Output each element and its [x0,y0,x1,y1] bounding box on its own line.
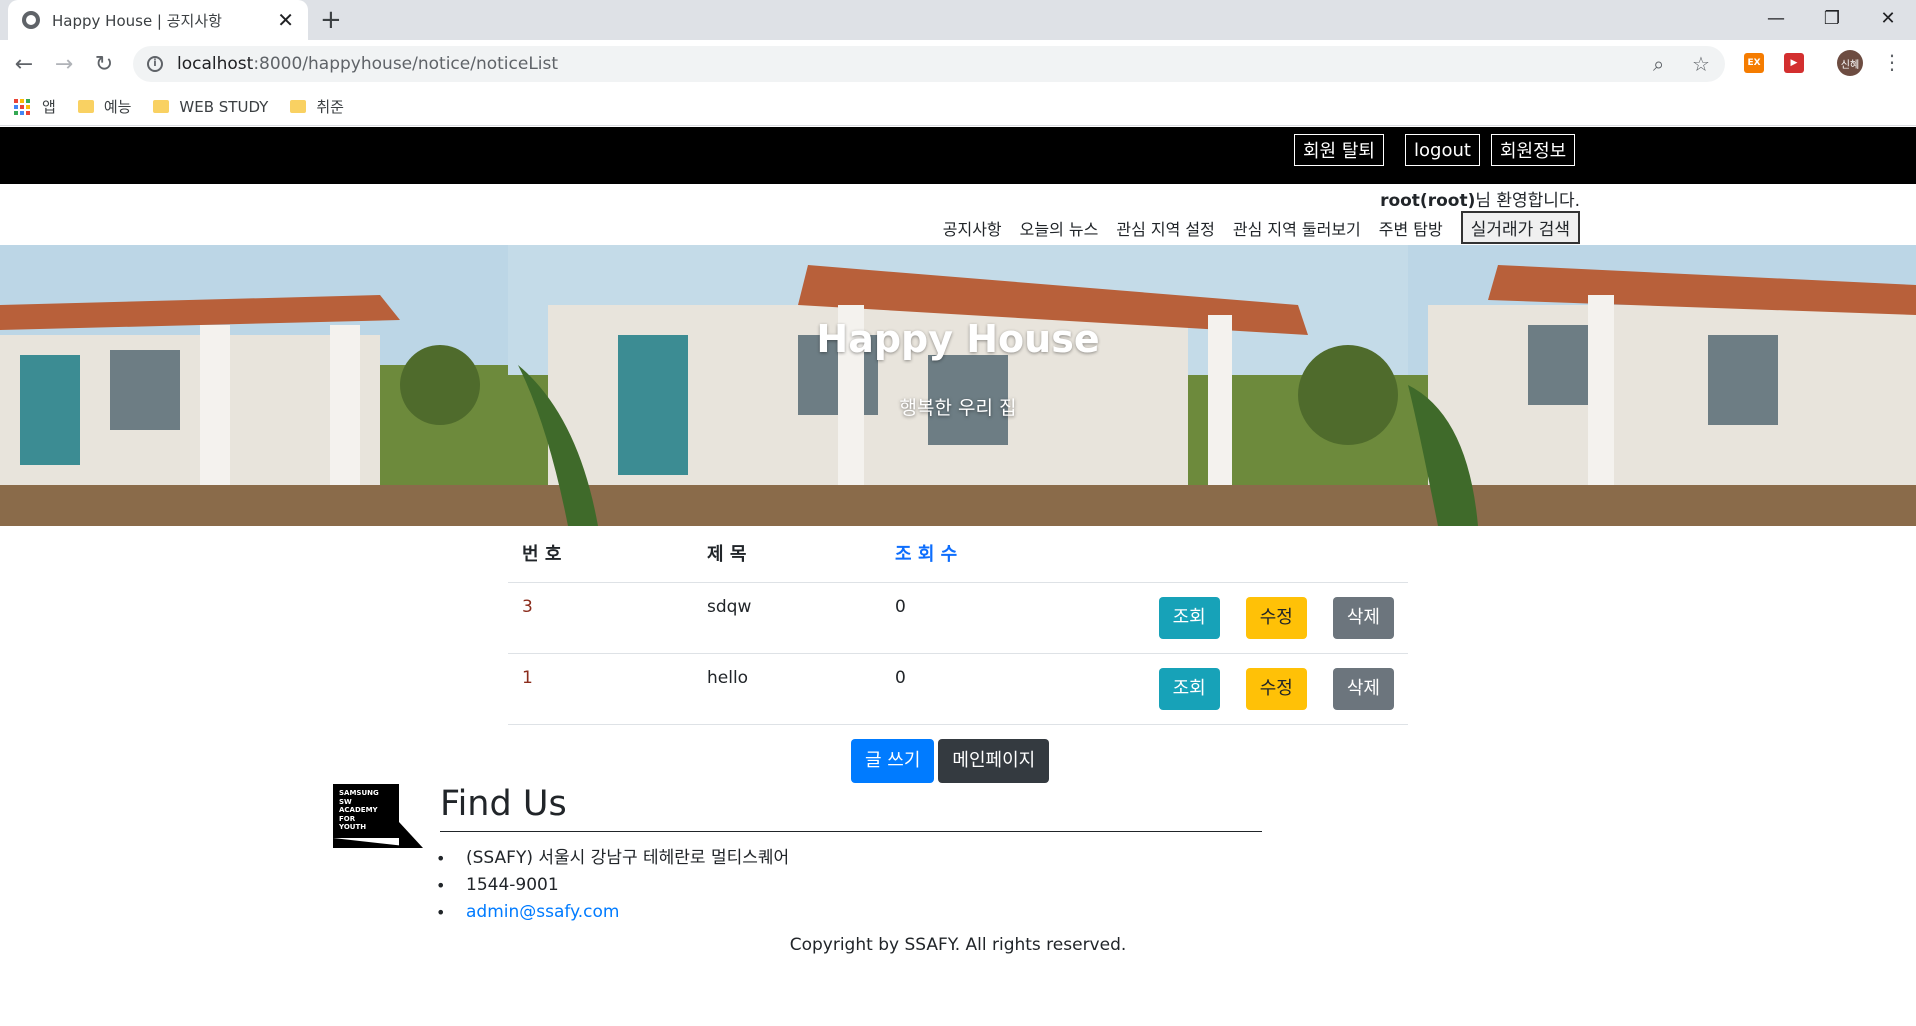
globe-icon [22,11,40,29]
ssafy-logo: SAMSUNG SW ACADEMY FOR YOUTH [333,784,423,848]
url-host: localhost [177,54,254,74]
bottom-actions: 글 쓰기 메인페이지 [851,739,1050,783]
welcome-text: 님 환영합니다. [1475,191,1580,211]
profile-avatar[interactable]: 신혜 [1837,50,1863,76]
back-arrow-icon[interactable]: ← [10,50,38,78]
bookmark-apps[interactable]: 앱 [14,96,56,117]
hero-banner: Happy House 행복한 우리 집 [0,245,1916,526]
cell-actions: 조회 수정 삭제 [1081,653,1408,725]
table-row: 1 hello 0 조회 수정 삭제 [508,653,1408,725]
member-info-button[interactable]: 회원정보 [1491,134,1576,166]
bookmark-star-icon[interactable]: ☆ [1692,54,1710,74]
cell-hits: 0 [881,582,1081,654]
nav-nearby[interactable]: 주변 탐방 [1379,216,1443,240]
top-bar: 회원 탈퇴 logout 회원정보 [0,127,1916,184]
extension-ex-icon[interactable]: EX [1744,53,1764,73]
logo-text: SAMSUNG SW ACADEMY FOR YOUTH [333,784,399,838]
bookmark-label: 취준 [316,98,344,116]
hero-house-image [508,245,1408,526]
cell-title: hello [693,653,881,725]
url-path: :8000/happyhouse/notice/noticeList [253,54,559,74]
view-button[interactable]: 조회 [1158,597,1220,639]
bookmark-label: 앱 [42,98,56,116]
find-us-title: Find Us [440,784,567,824]
info-icon[interactable]: i [147,56,163,72]
hero-subtitle: 행복한 우리 집 [899,397,1017,419]
main-nav: 공지사항 오늘의 뉴스 관심 지역 설정 관심 지역 둘러보기 주변 탐방 실거… [925,211,1580,244]
cell-no: 3 [508,582,693,654]
hero-house-image [0,245,508,526]
nav-interest-browse[interactable]: 관심 지역 둘러보기 [1233,216,1361,240]
tab-title: Happy House | 공지사항 [52,11,222,30]
contact-phone: 1544-9001 [436,872,789,899]
tab-close-icon[interactable]: ✕ [277,10,294,30]
column-header-no: 번 호 [508,526,693,583]
zoom-icon[interactable]: ⌕ [1653,54,1664,74]
contact-address: (SSAFY) 서울시 강남구 테헤란로 멀티스퀘어 [436,845,789,872]
withdraw-button[interactable]: 회원 탈퇴 [1294,134,1384,166]
restore-icon[interactable]: ❐ [1804,0,1860,36]
bookmark-label: WEB STUDY [179,97,269,116]
apps-icon [14,98,30,115]
cell-title: sdqw [693,582,881,654]
find-us-divider [440,831,1262,832]
folder-icon [77,100,94,113]
welcome-message: root(root)님 환영합니다. [1380,186,1580,211]
contact-email-link[interactable]: admin@ssafy.com [466,902,619,922]
forward-arrow-icon[interactable]: → [50,50,78,78]
reload-icon[interactable]: ↻ [90,50,118,78]
table-row: 3 sdqw 0 조회 수정 삭제 [508,582,1408,654]
bookmark-folder-job[interactable]: 취준 [290,96,344,117]
delete-button[interactable]: 삭제 [1332,597,1394,639]
window-close-icon[interactable]: ✕ [1860,0,1916,36]
menu-kebab-icon[interactable]: ⋮ [1882,50,1902,74]
web-page: 회원 탈퇴 logout 회원정보 root(root)님 환영합니다. 공지사… [0,127,1916,1026]
bookmark-folder-entertainment[interactable]: 예능 [77,96,132,117]
contact-email-item: admin@ssafy.com [436,899,789,926]
hero-title: Happy House [816,317,1100,361]
bookmark-folder-web-study[interactable]: WEB STUDY [153,98,268,116]
nav-notice[interactable]: 공지사항 [943,216,1002,240]
hero-house-image [1408,245,1916,526]
nav-interest-setting[interactable]: 관심 지역 설정 [1116,216,1215,240]
edit-button[interactable]: 수정 [1245,597,1307,639]
column-header-title: 제 목 [693,526,881,583]
bookmarks-bar: 앱 예능 WEB STUDY 취준 [0,88,1916,126]
view-button[interactable]: 조회 [1158,668,1220,710]
contact-list: (SSAFY) 서울시 강남구 테헤란로 멀티스퀘어 1544-9001 adm… [436,845,789,926]
new-tab-button[interactable]: + [320,6,342,34]
table-header-row: 번 호 제 목 조 회 수 [508,526,1408,583]
extension-play-icon[interactable]: ▶ [1784,53,1804,73]
cell-actions: 조회 수정 삭제 [1081,582,1408,654]
cell-hits: 0 [881,653,1081,725]
column-header-actions [1081,526,1408,583]
folder-icon [290,100,307,113]
bookmark-label: 예능 [103,98,132,116]
cell-no: 1 [508,653,693,725]
notice-table: 번 호 제 목 조 회 수 3 sdqw 0 조회 수정 삭제 1 hello 0 … [508,526,1408,725]
column-header-hits[interactable]: 조 회 수 [881,526,1081,583]
browser-toolbar: ← → ↻ i localhost:8000/happyhouse/notice… [0,40,1916,88]
copyright: Copyright by SSAFY. All rights reserved. [789,935,1127,955]
address-bar[interactable]: i localhost:8000/happyhouse/notice/notic… [133,46,1725,82]
browser-tab[interactable]: Happy House | 공지사항 ✕ [8,0,308,40]
write-button[interactable]: 글 쓰기 [851,739,935,783]
nav-news[interactable]: 오늘의 뉴스 [1020,216,1099,240]
minimize-icon[interactable]: — [1748,0,1804,36]
logout-button[interactable]: logout [1405,134,1480,166]
edit-button[interactable]: 수정 [1245,668,1307,710]
delete-button[interactable]: 삭제 [1332,668,1394,710]
browser-tabstrip: Happy House | 공지사항 ✕ + — ❐ ✕ [0,0,1916,40]
main-page-button[interactable]: 메인페이지 [938,739,1050,783]
folder-icon [153,100,170,113]
nav-price-search-button[interactable]: 실거래가 검색 [1460,211,1580,244]
welcome-user: root(root) [1380,191,1476,211]
